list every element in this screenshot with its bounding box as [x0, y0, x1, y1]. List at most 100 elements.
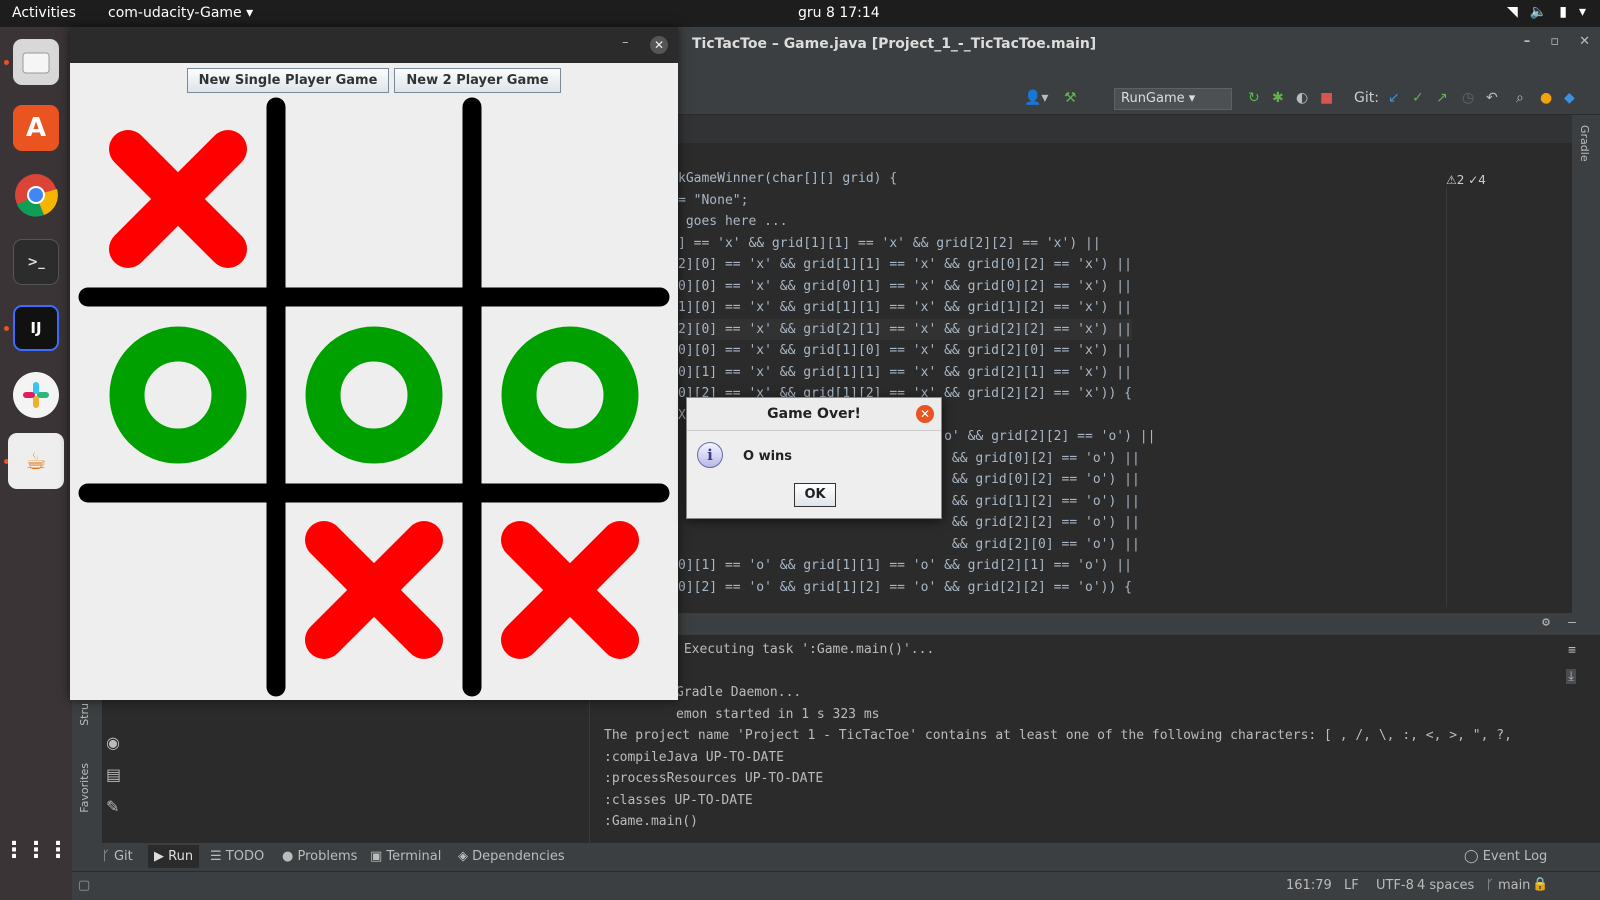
empty-cell[interactable] — [284, 109, 464, 289]
o-mark[interactable] — [501, 326, 639, 464]
console-line[interactable]: :processResources UP-TO-DATE — [604, 768, 823, 789]
coverage-icon[interactable]: ◐ — [1296, 90, 1308, 106]
search-icon[interactable]: ⌕ — [1516, 90, 1524, 106]
lock-icon[interactable]: 🔒 — [1532, 877, 1548, 892]
empty-cell[interactable] — [480, 109, 660, 289]
x-mark[interactable] — [109, 130, 247, 268]
eye-icon[interactable]: ◉ — [106, 733, 120, 752]
console-line[interactable]: Executing task ':Game.main()'... — [676, 639, 934, 660]
dialog-message: O wins — [743, 449, 793, 464]
files-icon[interactable] — [13, 39, 59, 85]
layout-icon[interactable]: ▤ — [106, 765, 121, 784]
clock[interactable]: gru 8 17:14 — [798, 5, 880, 21]
code-line[interactable]: ] == 'x' && grid[1][1] == 'x' && grid[2]… — [678, 233, 1101, 254]
empty-cell[interactable] — [88, 500, 268, 680]
soft-wrap-icon[interactable]: ≡ — [1568, 643, 1576, 658]
stop-icon[interactable]: ■ — [1320, 90, 1333, 106]
git-push-icon[interactable]: ↗ — [1436, 90, 1448, 106]
software-center-icon[interactable]: A — [13, 105, 59, 151]
run-config-select[interactable]: RunGame ▾ — [1114, 88, 1232, 110]
indent-setting[interactable]: 4 spaces — [1417, 878, 1474, 893]
game-board[interactable] — [70, 97, 678, 700]
close-icon[interactable]: ✕ — [916, 405, 934, 423]
update-icon[interactable]: ● — [1540, 90, 1552, 106]
maximize-icon[interactable]: ▫ — [1550, 34, 1559, 49]
tab-dependencies[interactable]: ◈ Dependencies — [458, 849, 565, 864]
code-line[interactable]: 1][0] == 'x' && grid[1][1] == 'x' && gri… — [678, 297, 1132, 318]
code-line[interactable]: 0][1] == 'o' && grid[1][1] == 'o' && gri… — [678, 555, 1132, 576]
rerun-icon[interactable]: ↻ — [1248, 90, 1260, 106]
ok-button[interactable]: OK — [794, 483, 836, 507]
close-icon[interactable]: ✕ — [1579, 34, 1590, 49]
build-hammer-icon[interactable]: ⚒ — [1064, 90, 1077, 106]
app-grid-icon[interactable]: ⋮⋮⋮ — [3, 827, 69, 873]
activities-button[interactable]: Activities — [12, 5, 76, 21]
new-two-player-button[interactable]: New 2 Player Game — [394, 68, 561, 93]
code-line[interactable]: 0][0] == 'x' && grid[1][0] == 'x' && gri… — [678, 340, 1132, 361]
git-branch[interactable]: ᚴ main — [1486, 878, 1530, 893]
console-line[interactable]: The project name 'Project 1 - TicTacToe'… — [604, 725, 1512, 746]
git-commit-icon[interactable]: ✓ — [1412, 90, 1424, 106]
dialog-title: Game Over! — [687, 398, 941, 431]
minimize-icon[interactable]: – — [1524, 34, 1531, 49]
code-line[interactable]: && grid[2][0] == 'o') || — [678, 534, 1140, 555]
plugin-icon[interactable]: ◆ — [1564, 90, 1575, 106]
tab-run[interactable]: ▶ Run — [148, 845, 200, 868]
console-line[interactable]: emon started in 1 s 323 ms — [676, 704, 880, 725]
app-menu[interactable]: com-udacity-Game ▾ — [108, 5, 253, 21]
code-line[interactable]: goes here ... — [678, 211, 788, 232]
code-line[interactable]: 0][0] == 'x' && grid[0][1] == 'x' && gri… — [678, 276, 1132, 297]
o-mark[interactable] — [305, 326, 443, 464]
minimize-panel-icon[interactable]: — — [1568, 615, 1576, 630]
console-line[interactable]: Gradle Daemon... — [676, 682, 801, 703]
terminal-icon[interactable]: >_ — [13, 239, 59, 285]
debug-icon[interactable]: ✱ — [1272, 90, 1284, 106]
x-mark[interactable] — [501, 521, 639, 659]
gradle-tool-strip[interactable]: Gradle — [1572, 115, 1600, 615]
event-log[interactable]: ◯ Event Log — [1464, 849, 1547, 864]
code-line[interactable]: 2][0] == 'x' && grid[2][1] == 'x' && gri… — [678, 318, 1132, 340]
structure-tab[interactable]: Stru — [78, 703, 91, 726]
game-title-bar: – ✕ — [70, 27, 678, 63]
code-line[interactable]: = "None"; — [678, 190, 748, 211]
x-mark[interactable] — [305, 521, 443, 659]
rollback-icon[interactable]: ↶ — [1486, 90, 1498, 106]
tab-git[interactable]: ᚴ Git — [102, 849, 133, 864]
slack-icon[interactable] — [13, 372, 59, 418]
console-line[interactable]: :compileJava UP-TO-DATE — [604, 747, 784, 768]
line-separator[interactable]: LF — [1344, 878, 1359, 893]
tab-run-label: Run — [168, 849, 194, 864]
gear-icon[interactable]: ⚙ — [1542, 615, 1550, 630]
console-line[interactable]: :classes UP-TO-DATE — [604, 790, 753, 811]
inspection-widget[interactable]: ⚠2 ✓4 — [1446, 173, 1486, 187]
new-single-player-button[interactable]: New Single Player Game — [187, 68, 389, 93]
o-mark[interactable] — [109, 326, 247, 464]
tab-terminal[interactable]: ▣ Terminal — [370, 849, 441, 864]
chrome-icon[interactable] — [13, 172, 59, 218]
gradle-label[interactable]: Gradle — [1578, 125, 1591, 162]
intellij-icon[interactable]: IJ — [13, 305, 59, 351]
git-update-icon[interactable]: ↙ — [1388, 90, 1400, 106]
favorites-tab[interactable]: Favorites — [78, 763, 91, 813]
minimize-icon[interactable]: – — [622, 35, 629, 50]
tab-dependencies-label: Dependencies — [472, 849, 565, 864]
pin-icon[interactable]: ✎ — [106, 797, 119, 816]
tab-todo[interactable]: ☰ TODO — [210, 849, 264, 864]
code-line[interactable]: kGameWinner(char[][] grid) { — [678, 168, 897, 189]
history-icon[interactable]: ◷ — [1462, 90, 1474, 106]
code-line[interactable]: 0][1] == 'x' && grid[1][1] == 'x' && gri… — [678, 362, 1132, 383]
system-tray[interactable]: ◥ 🔈 ▮ ▾ — [1507, 4, 1586, 20]
java-icon[interactable]: ☕ — [8, 433, 64, 489]
caret-position[interactable]: 161:79 — [1286, 878, 1332, 893]
chevron-down-icon: ▾ — [246, 5, 254, 21]
file-encoding[interactable]: UTF-8 — [1376, 878, 1414, 893]
scroll-to-end-icon[interactable]: ⤓ — [1566, 669, 1576, 684]
close-icon[interactable]: ✕ — [650, 36, 668, 54]
toggle-tool-windows-icon[interactable]: ▢ — [78, 878, 90, 893]
code-line[interactable]: 0][2] == 'o' && grid[1][2] == 'o' && gri… — [678, 577, 1132, 598]
tab-problems[interactable]: ● Problems — [282, 849, 357, 864]
code-line[interactable]: 2][0] == 'x' && grid[1][1] == 'x' && gri… — [678, 254, 1132, 275]
console-line[interactable]: :Game.main() — [604, 811, 698, 832]
user-icon[interactable]: 👤▾ — [1024, 90, 1048, 106]
wifi-icon: ◥ — [1507, 4, 1518, 20]
